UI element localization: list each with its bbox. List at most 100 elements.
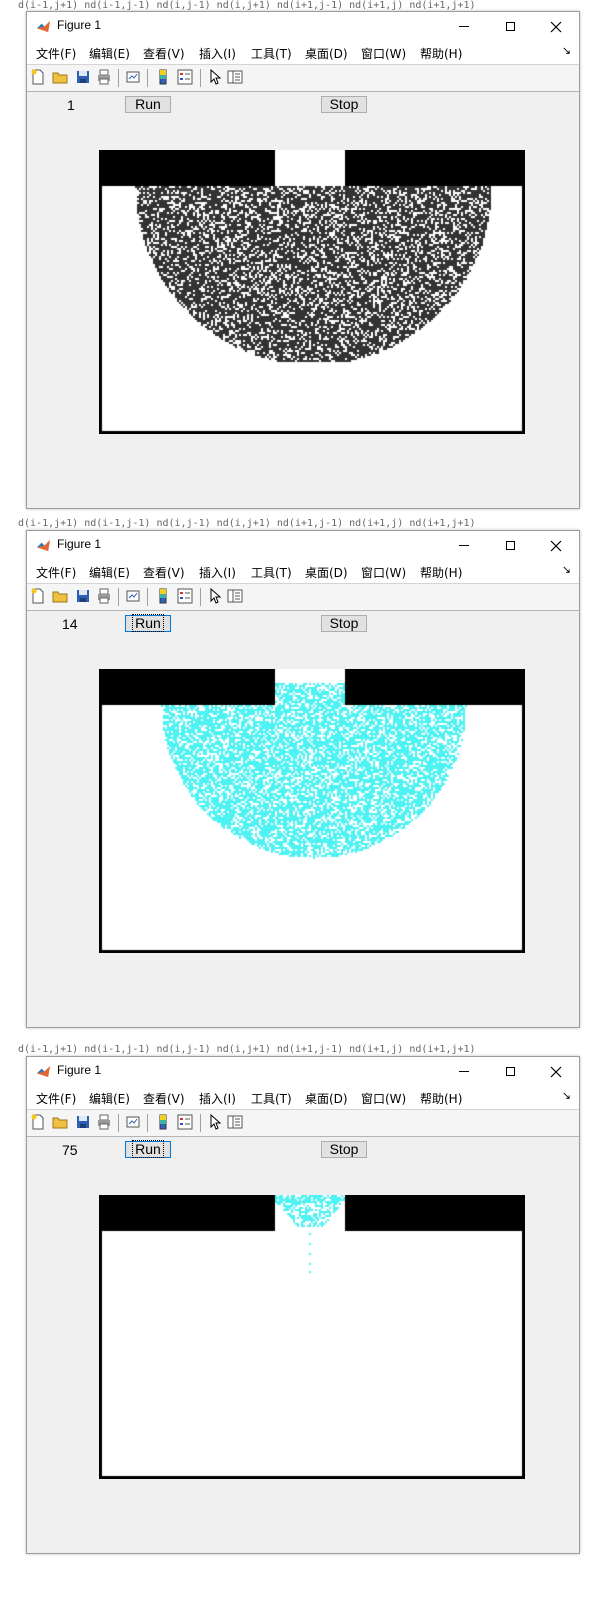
menu-dock-arrow-icon[interactable]: ↘ xyxy=(562,44,571,57)
menu-view[interactable]: 查看(V) xyxy=(143,564,185,581)
property-editor-icon[interactable] xyxy=(227,588,243,604)
colorbar-icon[interactable] xyxy=(155,69,171,85)
pointer-icon[interactable] xyxy=(207,1114,223,1130)
menu-view[interactable]: 查看(V) xyxy=(143,45,185,62)
title-bar: Figure 1 xyxy=(27,12,579,41)
toolbar-separator xyxy=(147,588,148,606)
menu-insert[interactable]: 插入(I) xyxy=(199,45,236,62)
open-file-icon[interactable] xyxy=(52,1114,68,1130)
menu-tools[interactable]: 工具(T) xyxy=(251,564,292,581)
save-icon[interactable] xyxy=(75,69,91,85)
simulation-plot xyxy=(99,1195,525,1479)
simulation-plot xyxy=(99,669,525,953)
legend-icon[interactable] xyxy=(177,588,193,604)
menu-dock-arrow-icon[interactable]: ↘ xyxy=(562,563,571,576)
background-code-text: d(i-1,j+1) nd(i-1,j-1) nd(i,j-1) nd(i,j+… xyxy=(18,1044,476,1055)
toolbar-separator xyxy=(118,69,119,87)
maximize-button[interactable] xyxy=(487,531,533,560)
link-plot-icon[interactable] xyxy=(125,588,141,604)
print-icon[interactable] xyxy=(96,69,112,85)
run-button[interactable]: Run xyxy=(125,1140,171,1158)
stop-button[interactable]: Stop xyxy=(321,96,367,113)
menu-insert[interactable]: 插入(I) xyxy=(199,1090,236,1107)
pointer-icon[interactable] xyxy=(207,588,223,604)
stop-button[interactable]: Stop xyxy=(321,1141,367,1158)
run-button[interactable]: Run xyxy=(125,96,171,113)
background-code-text: d(i-1,j+1) nd(i-1,j-1) nd(i,j-1) nd(i,j+… xyxy=(18,518,476,529)
simulation-plot xyxy=(99,150,525,434)
menu-desktop[interactable]: 桌面(D) xyxy=(305,45,348,62)
maximize-icon xyxy=(505,1067,515,1076)
menu-desktop[interactable]: 桌面(D) xyxy=(305,564,348,581)
figure-content: 1 Run Stop xyxy=(27,92,579,508)
toolbar-separator xyxy=(118,1114,119,1132)
stop-button-label: Stop xyxy=(329,96,359,112)
maximize-button[interactable] xyxy=(487,1057,533,1086)
open-file-icon[interactable] xyxy=(52,588,68,604)
colorbar-icon[interactable] xyxy=(155,1114,171,1130)
menu-view[interactable]: 查看(V) xyxy=(143,1090,185,1107)
property-editor-icon[interactable] xyxy=(227,69,243,85)
menu-bar: 文件(F) 编辑(E) 查看(V) 插入(I) 工具(T) 桌面(D) 窗口(W… xyxy=(27,560,579,584)
link-plot-icon[interactable] xyxy=(125,69,141,85)
open-file-icon[interactable] xyxy=(52,69,68,85)
pointer-icon[interactable] xyxy=(207,69,223,85)
print-icon[interactable] xyxy=(96,1114,112,1130)
menu-help[interactable]: 帮助(H) xyxy=(420,1090,462,1107)
maximize-button[interactable] xyxy=(487,12,533,41)
menu-edit[interactable]: 编辑(E) xyxy=(89,1090,130,1107)
close-button[interactable] xyxy=(533,1057,579,1086)
close-button[interactable] xyxy=(533,531,579,560)
new-figure-icon[interactable] xyxy=(30,1114,46,1130)
menu-window[interactable]: 窗口(W) xyxy=(361,1090,406,1107)
run-button[interactable]: Run xyxy=(125,614,171,632)
title-bar: Figure 1 xyxy=(27,1057,579,1086)
save-icon[interactable] xyxy=(75,1114,91,1130)
menu-insert[interactable]: 插入(I) xyxy=(199,564,236,581)
legend-icon[interactable] xyxy=(177,1114,193,1130)
figure-content: 14 Run Stop xyxy=(27,611,579,1027)
menu-file[interactable]: 文件(F) xyxy=(36,1090,76,1107)
minimize-button[interactable] xyxy=(441,12,487,41)
run-button-label: Run xyxy=(135,96,161,112)
toolbar-separator xyxy=(200,588,201,606)
legend-icon[interactable] xyxy=(177,69,193,85)
menu-bar: 文件(F) 编辑(E) 查看(V) 插入(I) 工具(T) 桌面(D) 窗口(W… xyxy=(27,41,579,65)
menu-help[interactable]: 帮助(H) xyxy=(420,45,462,62)
link-plot-icon[interactable] xyxy=(125,1114,141,1130)
colorbar-icon[interactable] xyxy=(155,588,171,604)
close-button[interactable] xyxy=(533,12,579,41)
step-counter: 14 xyxy=(62,616,78,632)
menu-edit[interactable]: 编辑(E) xyxy=(89,45,130,62)
print-icon[interactable] xyxy=(96,588,112,604)
menu-desktop[interactable]: 桌面(D) xyxy=(305,1090,348,1107)
figure-window: Figure 1 文件(F) 编辑(E) 查看(V) 插入(I) 工具(T) 桌… xyxy=(26,530,580,1028)
menu-bar: 文件(F) 编辑(E) 查看(V) 插入(I) 工具(T) 桌面(D) 窗口(W… xyxy=(27,1086,579,1110)
new-figure-icon[interactable] xyxy=(30,69,46,85)
minimize-button[interactable] xyxy=(441,531,487,560)
property-editor-icon[interactable] xyxy=(227,1114,243,1130)
save-icon[interactable] xyxy=(75,588,91,604)
run-button-label: Run xyxy=(132,1140,164,1158)
menu-file[interactable]: 文件(F) xyxy=(36,45,76,62)
maximize-icon xyxy=(505,22,515,31)
menu-window[interactable]: 窗口(W) xyxy=(361,564,406,581)
menu-edit[interactable]: 编辑(E) xyxy=(89,564,130,581)
minimize-button[interactable] xyxy=(441,1057,487,1086)
stop-button[interactable]: Stop xyxy=(321,615,367,632)
menu-tools[interactable]: 工具(T) xyxy=(251,1090,292,1107)
close-icon xyxy=(550,21,562,32)
menu-help[interactable]: 帮助(H) xyxy=(420,564,462,581)
menu-window[interactable]: 窗口(W) xyxy=(361,45,406,62)
stop-button-label: Stop xyxy=(329,1141,359,1157)
step-counter: 75 xyxy=(62,1142,78,1158)
matlab-logo-icon xyxy=(36,1065,51,1078)
toolbar-separator xyxy=(147,69,148,87)
new-figure-icon[interactable] xyxy=(30,588,46,604)
toolbar-separator xyxy=(200,69,201,87)
menu-dock-arrow-icon[interactable]: ↘ xyxy=(562,1089,571,1102)
menu-file[interactable]: 文件(F) xyxy=(36,564,76,581)
minimize-icon xyxy=(459,26,469,27)
close-icon xyxy=(550,1066,562,1077)
menu-tools[interactable]: 工具(T) xyxy=(251,45,292,62)
